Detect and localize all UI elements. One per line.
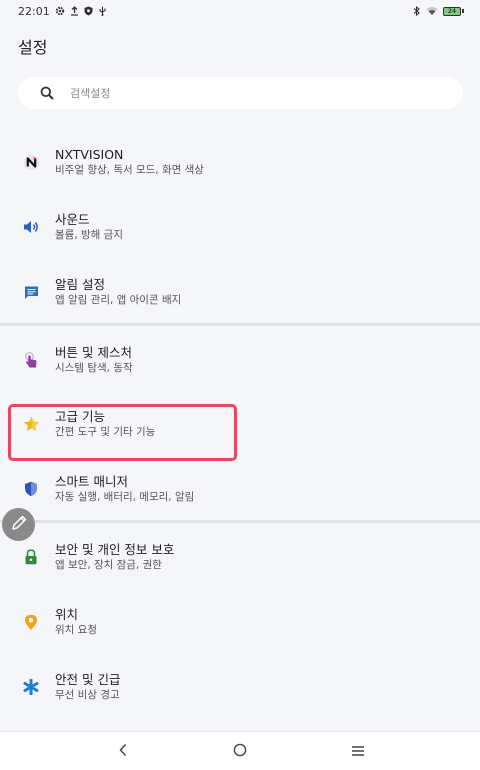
section-divider [0, 520, 480, 523]
item-title: 사운드 [55, 212, 90, 227]
status-right: 24 [413, 6, 464, 16]
asterisk-icon [22, 678, 40, 696]
nxtvision-icon [22, 153, 40, 171]
settings-item-location[interactable]: 위치 위치 요청 [0, 596, 480, 648]
item-subtitle: 시스템 탐색, 동작 [55, 362, 133, 374]
item-subtitle: 앱 보안, 장치 잠금, 권한 [55, 559, 162, 571]
settings-item-safety-emergency[interactable]: 안전 및 긴급 무선 비상 경고 [0, 661, 480, 713]
item-subtitle: 위치 요청 [55, 624, 97, 636]
battery-icon: 24 [443, 6, 464, 16]
item-title: 위치 [55, 607, 79, 622]
lock-icon [22, 548, 40, 566]
speaker-icon [22, 218, 40, 236]
menu-icon [351, 742, 365, 761]
status-bar: 22:01 24 [0, 0, 480, 22]
gesture-icon [22, 351, 40, 369]
settings-item-sound[interactable]: 사운드 볼륨, 방해 금지 [0, 201, 480, 253]
shield-icon [84, 6, 93, 16]
location-icon [22, 613, 40, 631]
status-time: 22:01 [18, 4, 50, 18]
settings-item-notifications[interactable]: 알림 설정 앱 알림 관리, 앱 아이콘 배지 [0, 266, 480, 318]
item-title: NXTVISION [55, 147, 124, 162]
section-divider [0, 323, 480, 326]
page-title: 설정 [18, 38, 48, 57]
wifi-icon [426, 6, 438, 16]
settings-icon [55, 6, 65, 16]
search-bar[interactable] [18, 77, 463, 109]
back-icon [118, 742, 128, 761]
item-subtitle: 비주얼 향상, 독서 모드, 화면 색상 [55, 164, 204, 176]
upload-icon [70, 6, 79, 16]
shield-icon [22, 480, 40, 498]
settings-item-security-privacy[interactable]: 보안 및 개인 정보 보호 앱 보안, 장치 잠금, 권한 [0, 531, 480, 583]
status-left: 22:01 [18, 5, 107, 18]
item-title: 버튼 및 제스처 [55, 345, 132, 360]
search-input[interactable] [70, 86, 430, 100]
item-title: 스마트 매니저 [55, 474, 128, 489]
settings-item-smart-manager[interactable]: 스마트 매니저 자동 실행, 배터리, 메모리, 알림 [0, 463, 480, 515]
back-button[interactable] [108, 736, 138, 766]
item-subtitle: 무선 비상 경고 [55, 689, 120, 701]
item-title: 보안 및 개인 정보 보호 [55, 542, 175, 557]
home-button[interactable] [225, 736, 255, 766]
highlight-annotation-box [8, 404, 237, 461]
battery-level: 24 [443, 6, 461, 16]
navigation-bar [0, 731, 480, 770]
item-subtitle: 볼륨, 방해 금지 [55, 229, 123, 241]
settings-item-buttons-gestures[interactable]: 버튼 및 제스처 시스템 탐색, 동작 [0, 334, 480, 386]
notification-icon [22, 283, 40, 301]
item-title: 안전 및 긴급 [55, 672, 121, 687]
search-icon [40, 86, 54, 100]
item-title: 알림 설정 [55, 277, 105, 292]
home-icon [233, 742, 247, 761]
settings-item-nxtvision[interactable]: NXTVISION 비주얼 향상, 독서 모드, 화면 색상 [0, 136, 480, 188]
menu-button[interactable] [343, 736, 373, 766]
item-subtitle: 자동 실행, 배터리, 메모리, 알림 [55, 491, 195, 503]
item-subtitle: 앱 알림 관리, 앱 아이콘 배지 [55, 294, 182, 306]
usb-icon [98, 6, 107, 16]
bluetooth-icon [413, 6, 421, 16]
